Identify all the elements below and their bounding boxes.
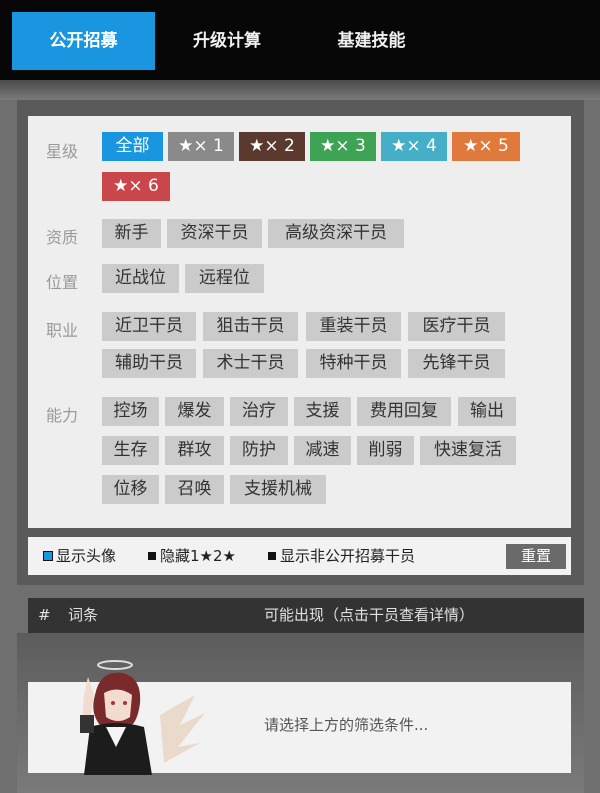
checkbox-icon bbox=[268, 551, 276, 560]
ability-chip-crowd-control[interactable]: 控场 bbox=[102, 397, 159, 426]
checkbox-icon bbox=[148, 551, 156, 560]
quality-chip-beginner[interactable]: 新手 bbox=[102, 219, 161, 248]
background-band bbox=[0, 80, 600, 100]
option-show-non-public-label: 显示非公开招募干员 bbox=[280, 547, 416, 565]
ability-chip-summon[interactable]: 召唤 bbox=[165, 475, 224, 504]
option-show-non-public[interactable]: 显示非公开招募干员 bbox=[268, 537, 415, 575]
filter-panel: 星级 全部 ★× 1 ★× 2 ★× 3 ★× 4 ★× 5 ★× 6 资质 新… bbox=[28, 116, 571, 528]
tab-public-recruit[interactable]: 公开招募 bbox=[12, 12, 155, 70]
ability-chip-shift[interactable]: 位移 bbox=[102, 475, 159, 504]
option-hide-low-star-label: 隐藏1★2★ bbox=[160, 547, 236, 565]
column-hash: # bbox=[38, 606, 51, 624]
ability-chip-survival[interactable]: 生存 bbox=[102, 436, 159, 465]
star-chip-2[interactable]: ★× 2 bbox=[239, 132, 305, 161]
profession-chip-defender[interactable]: 重装干员 bbox=[306, 312, 401, 341]
profession-chip-supporter[interactable]: 辅助干员 bbox=[102, 349, 196, 378]
star-chip-5[interactable]: ★× 5 bbox=[452, 132, 520, 161]
options-bar: 显示头像 隐藏1★2★ 显示非公开招募干员 重置 bbox=[28, 537, 571, 575]
checkbox-icon bbox=[44, 551, 52, 560]
star-chip-3[interactable]: ★× 3 bbox=[310, 132, 376, 161]
profession-chip-sniper[interactable]: 狙击干员 bbox=[203, 312, 298, 341]
filter-label-quality: 资质 bbox=[46, 228, 79, 247]
profession-chip-caster[interactable]: 术士干员 bbox=[203, 349, 298, 378]
ability-chip-fast-redeploy[interactable]: 快速复活 bbox=[420, 436, 516, 465]
position-chip-melee[interactable]: 近战位 bbox=[102, 264, 179, 293]
reset-button[interactable]: 重置 bbox=[506, 544, 566, 569]
ability-chip-aoe[interactable]: 群攻 bbox=[165, 436, 224, 465]
quality-chip-top[interactable]: 高级资深干员 bbox=[268, 219, 404, 248]
filter-label-ability: 能力 bbox=[46, 406, 79, 425]
tab-upgrade-calc[interactable]: 升级计算 bbox=[172, 12, 282, 70]
ability-chip-defense[interactable]: 防护 bbox=[230, 436, 288, 465]
option-hide-low-star[interactable]: 隐藏1★2★ bbox=[148, 537, 236, 575]
filter-label-profession: 职业 bbox=[46, 321, 79, 340]
position-chip-ranged[interactable]: 远程位 bbox=[185, 264, 264, 293]
profession-chip-vanguard[interactable]: 先锋干员 bbox=[408, 349, 505, 378]
star-chip-1[interactable]: ★× 1 bbox=[168, 132, 234, 161]
star-chip-all[interactable]: 全部 bbox=[102, 132, 163, 161]
star-chip-6[interactable]: ★× 6 bbox=[102, 172, 170, 201]
column-possible: 可能出现（点击干员查看详情） bbox=[264, 606, 475, 624]
ability-chip-burst[interactable]: 爆发 bbox=[165, 397, 224, 426]
mascot-character-illustration bbox=[80, 660, 205, 775]
ability-chip-dp-recovery[interactable]: 费用回复 bbox=[357, 397, 451, 426]
ability-chip-healing[interactable]: 治疗 bbox=[230, 397, 288, 426]
profession-chip-specialist[interactable]: 特种干员 bbox=[306, 349, 401, 378]
ability-chip-slow[interactable]: 减速 bbox=[294, 436, 351, 465]
filter-label-position: 位置 bbox=[46, 273, 79, 292]
column-tag: 词条 bbox=[68, 606, 99, 624]
quality-chip-senior[interactable]: 资深干员 bbox=[167, 219, 262, 248]
ability-chip-robot[interactable]: 支援机械 bbox=[230, 475, 326, 504]
option-show-avatar-label: 显示头像 bbox=[56, 547, 117, 565]
result-table-header: # 词条 可能出现（点击干员查看详情） bbox=[28, 598, 584, 633]
ability-chip-support[interactable]: 支援 bbox=[294, 397, 351, 426]
option-show-avatar[interactable]: 显示头像 bbox=[44, 537, 116, 575]
empty-hint: 请选择上方的筛选条件... bbox=[264, 716, 429, 734]
filter-label-star: 星级 bbox=[46, 142, 79, 161]
ability-chip-dps[interactable]: 输出 bbox=[458, 397, 516, 426]
profession-chip-medic[interactable]: 医疗干员 bbox=[408, 312, 505, 341]
tab-base-skills[interactable]: 基建技能 bbox=[314, 12, 429, 70]
ability-chip-debuff[interactable]: 削弱 bbox=[357, 436, 414, 465]
profession-chip-guard[interactable]: 近卫干员 bbox=[102, 312, 196, 341]
top-navigation: 公开招募 升级计算 基建技能 bbox=[0, 0, 600, 80]
star-chip-4[interactable]: ★× 4 bbox=[381, 132, 447, 161]
